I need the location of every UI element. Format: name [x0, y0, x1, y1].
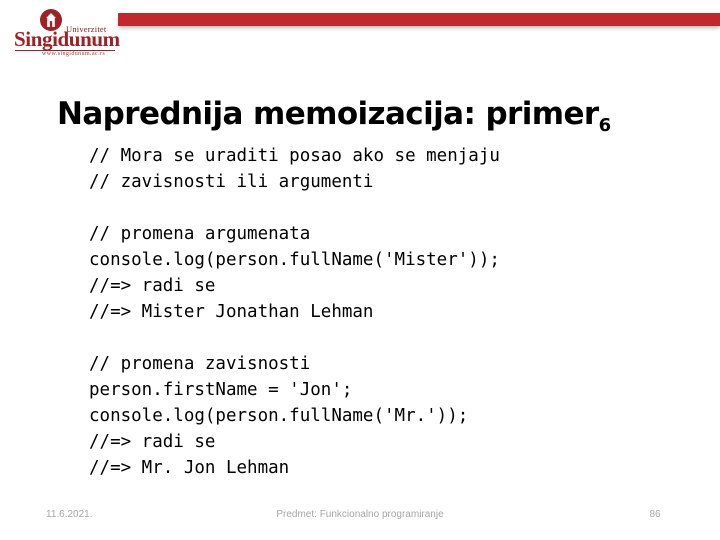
code-line: //=> radi se — [89, 432, 216, 452]
code-line: //=> Mr. Jon Lehman — [89, 458, 290, 478]
header-accent-bar — [118, 13, 720, 26]
code-line: //=> radi se — [89, 276, 216, 296]
code-line: // promena argumenata — [89, 224, 311, 244]
university-logo: Univerzitet Singidunum www.singidunum.ac… — [14, 9, 120, 61]
code-line: // promena zavisnosti — [89, 354, 311, 374]
logo-wordmark: Singidunum — [14, 27, 120, 51]
code-line: console.log(person.fullName('Mister')); — [89, 250, 500, 270]
code-line: // Mora se uraditi posao ako se menjaju — [89, 146, 500, 166]
page-title: Naprednija memoizacija: primer6 — [57, 95, 667, 137]
crest-gate-glyph — [46, 13, 56, 27]
code-line: person.firstName = 'Jon'; — [89, 380, 353, 400]
footer-subject: Predmet: Funkcionalno programiranje — [276, 509, 444, 520]
code-line: //=> Mister Jonathan Lehman — [89, 302, 374, 322]
slide-footer: 11.6.2021. Predmet: Funkcionalno program… — [0, 505, 720, 527]
slide-header: Univerzitet Singidunum www.singidunum.ac… — [0, 0, 720, 70]
code-line: console.log(person.fullName('Mr.')); — [89, 406, 469, 426]
page-title-text: Naprednija memoizacija: primer — [57, 95, 599, 132]
page-title-subscript: 6 — [598, 114, 612, 136]
code-line: // zavisnosti ili argumenti — [89, 172, 374, 192]
code-block: // Mora se uraditi posao ako se menjaju /… — [89, 143, 689, 481]
footer-page-number: 86 — [649, 509, 661, 520]
logo-url: www.singidunum.ac.rs — [42, 51, 106, 57]
